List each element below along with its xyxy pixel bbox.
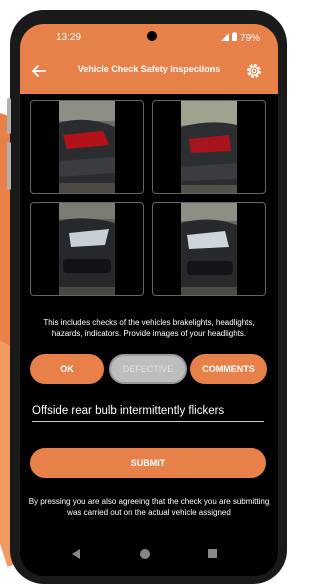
photo-tile-rear-left[interactable] (30, 100, 144, 194)
gear-icon[interactable] (244, 61, 264, 81)
agreement-note: By pressing you are also agreeing that t… (28, 497, 270, 517)
defective-button[interactable]: DEFECTIVE (109, 354, 187, 384)
battery-percent: 79% (239, 32, 260, 44)
ok-button[interactable]: OK (30, 354, 104, 384)
status-bar: 13:29 79% (20, 24, 278, 50)
vehicle-photo (59, 203, 115, 295)
nav-back-icon[interactable] (72, 549, 80, 559)
signal-icon (220, 32, 229, 44)
nav-home-icon[interactable] (140, 549, 150, 559)
photo-tile-front-right[interactable] (152, 202, 266, 296)
comment-input[interactable]: Offside rear bulb intermittently flicker… (32, 405, 264, 422)
photo-grid (30, 100, 266, 298)
photo-tile-rear-right[interactable] (152, 100, 266, 194)
submit-button[interactable]: SUBMIT (30, 448, 266, 478)
camera-punchhole (147, 31, 157, 41)
nav-recents-icon[interactable] (208, 549, 217, 558)
app-screen: 13:29 79% Vehicle Check Safety Inspectio… (20, 24, 278, 576)
page-title: Vehicle Check Safety Inspections (77, 64, 221, 74)
battery-icon (231, 32, 237, 44)
status-time: 13:29 (56, 32, 82, 43)
vehicle-photo (59, 101, 115, 193)
photo-tile-front-left[interactable] (30, 202, 144, 296)
side-button (7, 142, 11, 190)
volume-button (7, 98, 11, 134)
check-description: This includes checks of the vehicles bra… (43, 318, 255, 338)
comments-button[interactable]: COMMENTS (190, 354, 267, 384)
vehicle-photo (181, 101, 237, 193)
app-bar: Vehicle Check Safety Inspections (20, 50, 278, 94)
status-icons: 79% (220, 32, 260, 44)
system-nav-bar (20, 536, 278, 576)
vehicle-photo (181, 203, 237, 295)
